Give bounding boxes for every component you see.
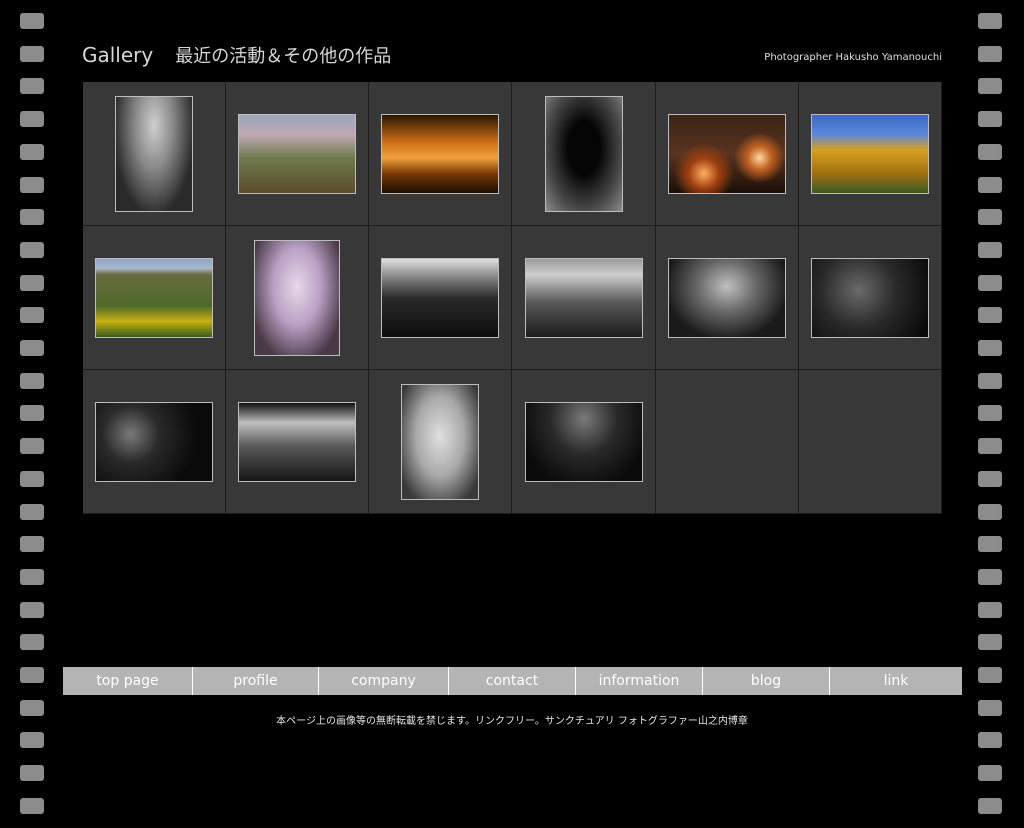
- tangled-wire-photo[interactable]: [524, 401, 643, 482]
- bird-on-rubble-photo[interactable]: [115, 95, 194, 212]
- film-perforation: [978, 568, 1002, 585]
- gallery-cell[interactable]: [83, 82, 227, 226]
- film-perforation: [20, 667, 44, 683]
- film-perforation: [20, 438, 44, 455]
- gallery-cell[interactable]: [798, 226, 942, 370]
- page-title: Gallery 最近の活動＆その他の作品: [82, 42, 391, 68]
- film-perforation: [20, 176, 44, 193]
- film-perforation: [978, 340, 1002, 356]
- photographer-credit: Photographer Hakusho Yamanouchi: [764, 52, 942, 63]
- debris-field-photo[interactable]: [381, 257, 500, 338]
- film-perforation: [20, 13, 44, 29]
- gallery-cell[interactable]: [512, 82, 656, 226]
- gallery-cell[interactable]: [655, 82, 799, 226]
- village-blossom-photo[interactable]: [238, 113, 357, 194]
- gallery-grid: [83, 82, 942, 514]
- film-perforation: [20, 536, 44, 553]
- gallery-cell[interactable]: [369, 226, 513, 370]
- wrecked-shore-photo[interactable]: [667, 257, 786, 338]
- film-perforation: [978, 13, 1002, 29]
- cherry-tree-photo[interactable]: [254, 239, 341, 356]
- gallery-cell[interactable]: [226, 82, 370, 226]
- film-perforation: [20, 274, 44, 291]
- main-nav: top page profile company contact informa…: [63, 667, 962, 695]
- silhouette-tree-photo[interactable]: [544, 95, 623, 212]
- nav-contact[interactable]: contact: [449, 667, 576, 695]
- film-perforation: [20, 209, 44, 226]
- film-perforation: [20, 143, 44, 160]
- ruined-building-photo[interactable]: [524, 257, 643, 338]
- nav-company[interactable]: company: [319, 667, 449, 695]
- nav-blog[interactable]: blog: [703, 667, 830, 695]
- film-perforation: [20, 372, 44, 389]
- footer-notice: 本ページ上の画像等の無断転載を禁じます。リンクフリー。サンクチュアリ フォトグラ…: [276, 716, 748, 727]
- film-perforation: [20, 503, 44, 520]
- film-perforation: [20, 405, 44, 422]
- lantern-festival-photo[interactable]: [667, 113, 786, 194]
- film-perforation: [978, 634, 1002, 651]
- film-perforation: [20, 601, 44, 618]
- film-strip-left: [20, 0, 46, 828]
- sunset-boat-photo[interactable]: [381, 113, 500, 194]
- film-perforation: [20, 634, 44, 651]
- gallery-cell[interactable]: [655, 226, 799, 370]
- film-perforation: [20, 241, 44, 258]
- film-perforation: [978, 667, 1002, 683]
- film-perforation: [978, 143, 1002, 160]
- nav-top-page[interactable]: top page: [63, 667, 193, 695]
- gallery-cell[interactable]: [83, 370, 227, 514]
- film-perforation: [20, 78, 44, 95]
- film-perforation: [978, 797, 1002, 814]
- gallery-cell[interactable]: [512, 226, 656, 370]
- film-perforation: [978, 176, 1002, 193]
- film-perforation: [20, 307, 44, 324]
- gallery-subtitle: 最近の活動＆その他の作品: [175, 46, 392, 67]
- film-perforation: [20, 340, 44, 356]
- film-perforation: [978, 765, 1002, 782]
- film-perforation: [20, 470, 44, 487]
- flower-field-photo[interactable]: [95, 257, 214, 338]
- film-perforation: [20, 45, 44, 62]
- gallery-cell[interactable]: [369, 82, 513, 226]
- nav-information[interactable]: information: [576, 667, 703, 695]
- gallery-cell-empty: [798, 370, 942, 514]
- film-perforation: [978, 536, 1002, 553]
- nav-profile[interactable]: profile: [193, 667, 319, 695]
- nav-link[interactable]: link: [830, 667, 962, 695]
- film-perforation: [978, 503, 1002, 520]
- film-perforation: [978, 274, 1002, 291]
- film-perforation: [978, 732, 1002, 749]
- ginkgo-tree-photo[interactable]: [810, 113, 929, 194]
- rubble-closeup-photo[interactable]: [810, 257, 929, 338]
- gallery-cell[interactable]: [83, 226, 227, 370]
- film-perforation: [20, 111, 44, 128]
- man-in-usa-shirt-photo[interactable]: [401, 383, 480, 500]
- broken-pots-photo[interactable]: [95, 401, 214, 482]
- gallery-cell[interactable]: [226, 226, 370, 370]
- gallery-cell[interactable]: [512, 370, 656, 514]
- film-perforation: [20, 765, 44, 782]
- gallery-cell[interactable]: [798, 82, 942, 226]
- film-perforation: [978, 78, 1002, 95]
- gallery-cell[interactable]: [369, 370, 513, 514]
- film-perforation: [978, 209, 1002, 226]
- film-perforation: [978, 307, 1002, 324]
- gallery-cell[interactable]: [226, 370, 370, 514]
- gallery-cell-empty: [655, 370, 799, 514]
- film-perforation: [978, 372, 1002, 389]
- gallery-heading: Gallery: [82, 43, 154, 67]
- film-perforation: [978, 470, 1002, 487]
- film-strip-right: [978, 0, 1004, 828]
- film-perforation: [978, 111, 1002, 128]
- film-perforation: [20, 568, 44, 585]
- film-perforation: [978, 241, 1002, 258]
- film-perforation: [978, 45, 1002, 62]
- film-perforation: [20, 732, 44, 749]
- devastated-town-photo[interactable]: [238, 401, 357, 482]
- film-perforation: [978, 601, 1002, 618]
- film-perforation: [978, 405, 1002, 422]
- film-perforation: [20, 797, 44, 814]
- film-perforation: [978, 438, 1002, 455]
